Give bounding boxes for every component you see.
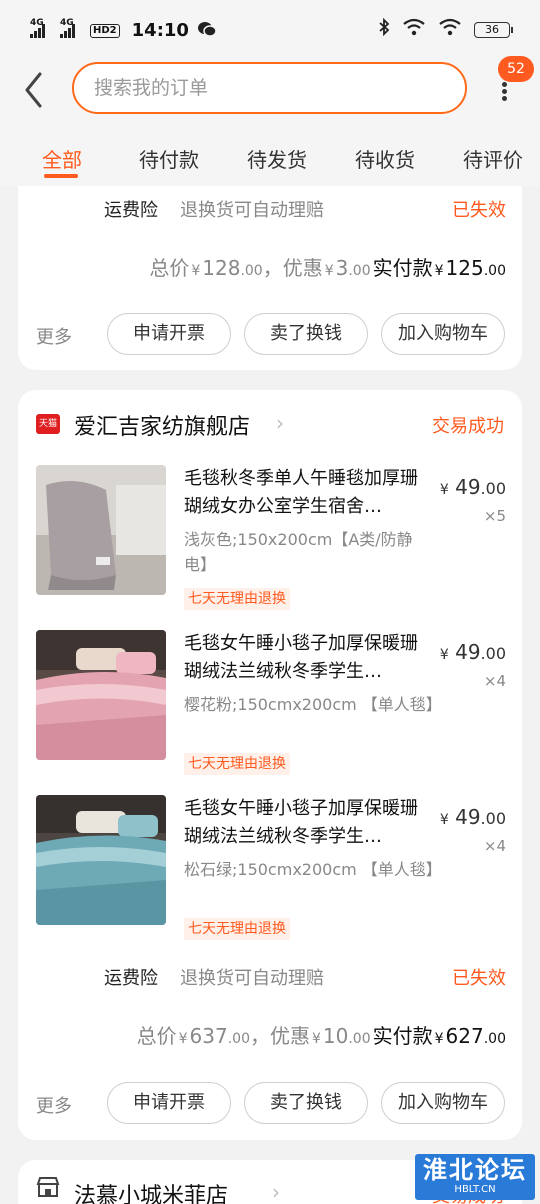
order-card: 天猫 爱汇吉家纺旗舰店 › 交易成功 毛毯秋冬季单人午睡毯加厚珊瑚绒女办公室学生… (18, 390, 522, 1140)
more-menu-button[interactable] (494, 80, 514, 106)
product-title[interactable]: 毛毯女午睡小毯子加厚保暖珊瑚绒法兰绒秋冬季学生… (184, 630, 430, 686)
product-price: ¥ 49.00 (439, 475, 506, 499)
product-image[interactable] (36, 630, 166, 760)
store-icon (36, 1176, 60, 1198)
request-invoice-button[interactable]: 申请开票 (107, 313, 231, 355)
product-quantity: ×5 (483, 507, 506, 525)
wechat-icon (197, 21, 217, 41)
shipping-insurance-label: 运费险 (104, 200, 158, 221)
request-invoice-button[interactable]: 申请开票 (107, 1082, 231, 1124)
chevron-right-icon[interactable]: › (272, 1180, 280, 1204)
shipping-insurance-label: 运费险 (104, 968, 158, 989)
order-card: 运费险 退换货可自动理赔 已失效 总价 ¥128.00 ，优惠 ¥3.00 实付款 ¥… (18, 186, 522, 370)
return-policy-tag: 七天无理由退换 (184, 753, 290, 775)
return-policy-tag: 七天无理由退换 (184, 588, 290, 610)
product-title[interactable]: 毛毯秋冬季单人午睡毯加厚珊瑚绒女办公室学生宿舍… (184, 465, 430, 521)
order-actions: 更多 申请开票 卖了换钱 加入购物车 (18, 313, 522, 357)
wifi-icon (402, 18, 426, 41)
status-bar: 4G 4G HD2 14:10 36 (0, 0, 540, 60)
tab-pending-receipt[interactable]: 待收货 (355, 144, 415, 173)
order-actions: 更多 申请开票 卖了换钱 加入购物车 (18, 1082, 522, 1126)
bluetooth-icon (378, 17, 390, 41)
resell-button[interactable]: 卖了换钱 (244, 1082, 368, 1124)
product-price: ¥ 49.00 (439, 640, 506, 664)
return-policy-tag: 七天无理由退换 (184, 918, 290, 940)
order-item[interactable]: 毛毯秋冬季单人午睡毯加厚珊瑚绒女办公室学生宿舍… 浅灰色;150x200cm【A… (18, 465, 522, 615)
tab-all[interactable]: 全部 (42, 144, 82, 173)
header: 52 (0, 56, 540, 120)
order-total: 总价 ¥637.00 ，优惠 ¥10.00 实付款 ¥627.00 (136, 1024, 506, 1048)
hd-icon: HD2 (90, 23, 120, 38)
tab-pending-review[interactable]: 待评价 (463, 144, 523, 173)
search-input[interactable] (74, 64, 465, 112)
store-name[interactable]: 爱汇吉家纺旗舰店 (74, 409, 250, 441)
message-count-badge: 52 (498, 56, 534, 82)
add-to-cart-button[interactable]: 加入购物车 (381, 1082, 505, 1124)
product-title[interactable]: 毛毯女午睡小毯子加厚保暖珊瑚绒法兰绒秋冬季学生… (184, 795, 430, 851)
signal-icon: 4G (30, 18, 52, 38)
resell-button[interactable]: 卖了换钱 (244, 313, 368, 355)
product-price: ¥ 49.00 (439, 805, 506, 829)
shipping-insurance-desc: 退换货可自动理赔 (180, 968, 324, 989)
tab-pending-payment[interactable]: 待付款 (139, 144, 199, 173)
chevron-right-icon[interactable]: › (276, 411, 284, 435)
clock: 14:10 (131, 20, 189, 41)
signal-icon: 4G (60, 18, 82, 38)
active-tab-indicator (44, 174, 78, 178)
product-quantity: ×4 (483, 837, 506, 855)
order-item[interactable]: 毛毯女午睡小毯子加厚保暖珊瑚绒法兰绒秋冬季学生… 樱花粉;150cmx200cm… (18, 630, 522, 780)
tmall-icon: 天猫 (36, 414, 60, 434)
product-image[interactable] (36, 795, 166, 925)
order-item[interactable]: 毛毯女午睡小毯子加厚保暖珊瑚绒法兰绒秋冬季学生… 松石绿;150cmx200cm… (18, 795, 522, 945)
battery-icon: 36 (474, 21, 513, 38)
shipping-insurance-status: 已失效 (452, 200, 506, 221)
wifi-icon (438, 18, 462, 41)
product-quantity: ×4 (483, 672, 506, 690)
product-sku: 樱花粉;150cmx200cm 【单人毯】 (184, 695, 442, 714)
store-name[interactable]: 法慕小城米菲店 (74, 1178, 228, 1204)
product-image[interactable] (36, 465, 166, 595)
back-button[interactable] (20, 68, 50, 108)
product-sku: 松石绿;150cmx200cm 【单人毯】 (184, 860, 442, 879)
order-status: 交易成功 (432, 416, 504, 437)
more-actions-link[interactable]: 更多 (36, 323, 72, 349)
back-arrow-icon (25, 72, 42, 108)
order-tabs: 全部 待付款 待发货 待收货 待评价 (0, 120, 540, 186)
more-actions-link[interactable]: 更多 (36, 1092, 72, 1118)
forum-watermark: 淮北论坛 HBLT.CN (415, 1154, 535, 1200)
shipping-insurance-desc: 退换货可自动理赔 (180, 200, 324, 221)
product-sku: 浅灰色;150x200cm【A类/防静电】 (184, 530, 413, 574)
search-box[interactable] (72, 62, 467, 114)
add-to-cart-button[interactable]: 加入购物车 (381, 313, 505, 355)
tab-pending-shipment[interactable]: 待发货 (247, 144, 307, 173)
shipping-insurance-status: 已失效 (452, 968, 506, 989)
order-total: 总价 ¥128.00 ，优惠 ¥3.00 实付款 ¥125.00 (149, 256, 506, 280)
